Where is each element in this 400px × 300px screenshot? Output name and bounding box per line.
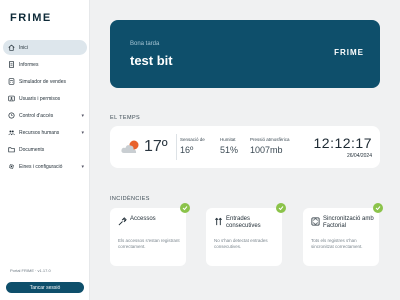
feels-like-value: 16º [180,145,194,155]
cloud-sun-icon [121,140,139,153]
folder-icon [8,146,15,153]
sidebar-item-label: Informes [19,61,39,68]
weather-card: 17º Sensació de 16º Humitat 51% Pressió … [110,126,380,168]
sidebar-item-recursos-humans[interactable]: Recursos humans ▾ [3,125,87,140]
humidity-value: 51% [220,145,239,155]
welcome-banner: Bona tarda test bit FRIME [110,20,380,88]
temperature-value: 17º [144,138,168,155]
check-icon [373,203,383,213]
incidents-section-title: INCIDÈNCIES [110,196,150,202]
incident-card-entrades[interactable]: Entrades consecutives No s'han detectat … [206,203,286,266]
card-text: Els accessos s'estan registrant correcta… [118,238,180,249]
document-icon [8,61,15,68]
sidebar-item-label: Documents [19,146,45,153]
sidebar: FRIME Inici Informes Simulador de vendes… [0,0,90,300]
sidebar-item-eines[interactable]: Eines i configuració ▾ [3,159,87,174]
divider [176,134,177,160]
card-title: Entrades consecutives [226,216,261,229]
sidebar-item-inici[interactable]: Inici [3,40,87,55]
home-icon [8,44,15,51]
check-icon [276,203,286,213]
gear-icon [8,163,15,170]
card-text: No s'han detectat entrades consecutives. [214,238,268,249]
people-icon [8,129,15,136]
card-title: Accessos [130,216,156,222]
weather-section-title: EL TEMPS [110,115,141,121]
app-logo[interactable]: FRIME [10,12,52,24]
sidebar-item-informes[interactable]: Informes [3,57,87,72]
sidebar-item-label: Eines i configuració [19,163,63,170]
access-icon [118,217,127,226]
humidity-label: Humitat [220,137,236,142]
sync-icon [311,217,320,226]
chevron-down-icon: ▾ [81,129,84,136]
greeting-text: Bona tarda [130,41,160,47]
check-icon [180,203,190,213]
sidebar-item-label: Usuaris i permisos [19,95,61,102]
sidebar-nav: Inici Informes Simulador de vendes Usuar… [3,40,87,176]
chevron-down-icon: ▾ [81,163,84,170]
sidebar-item-simulador[interactable]: Simulador de vendes [3,74,87,89]
pressure-label: Pressió atmosfèrica [250,137,290,142]
app-version: Portal FRIME · v1.17.0 [10,268,51,273]
sidebar-item-label: Simulador de vendes [19,78,66,85]
user-icon [8,95,15,102]
feels-like-label: Sensació de [180,137,205,142]
arrows-icon [215,217,222,226]
user-name: test bit [130,53,173,68]
incident-card-accessos[interactable]: Accessos Els accessos s'estan registrant… [110,203,190,266]
clock-icon [8,112,15,119]
banner-logo: FRIME [334,48,364,57]
sidebar-item-documents[interactable]: Documents [3,142,87,157]
card-title: Sincronització amb Factorial [323,216,374,229]
incident-card-sincronitzacio[interactable]: Sincronització amb Factorial Tots els re… [303,203,383,266]
calculator-icon [8,78,15,85]
sidebar-item-label: Control d'accés [19,112,54,119]
sidebar-item-control-acces[interactable]: Control d'accés ▾ [3,108,87,123]
pressure-value: 1007mb [250,145,283,155]
card-text: Tots els registres s'han sincronitzat co… [311,238,363,249]
sidebar-item-label: Inici [19,44,28,51]
clock-time: 12:12:17 [313,135,372,151]
logout-button[interactable]: Tancar sessió [6,282,84,293]
sidebar-item-label: Recursos humans [19,129,60,136]
sidebar-item-usuaris[interactable]: Usuaris i permisos [3,91,87,106]
clock-date: 26/04/2024 [346,153,372,159]
chevron-down-icon: ▾ [81,112,84,119]
